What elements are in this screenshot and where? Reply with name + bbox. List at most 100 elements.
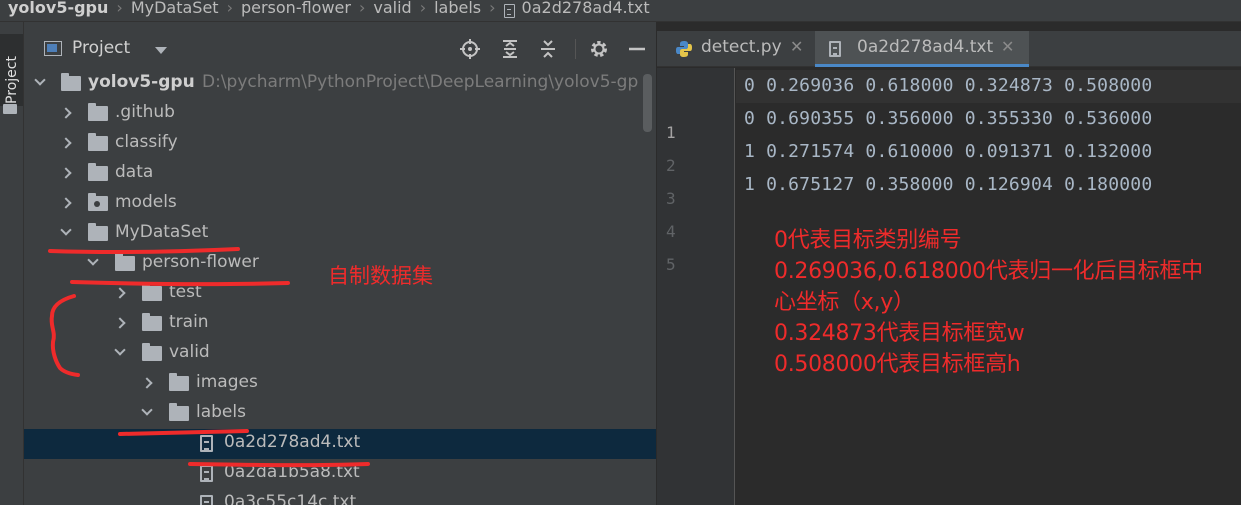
project-panel-title[interactable]: Project <box>72 38 130 58</box>
chevron-down-icon[interactable] <box>87 254 99 266</box>
folder-icon <box>142 283 162 301</box>
tree-item-label: yolov5-gpu <box>88 72 195 92</box>
project-panel-header: Project <box>24 33 656 65</box>
tree-item-data[interactable]: data <box>24 159 656 189</box>
tree-item-label: train <box>169 312 209 332</box>
collapse-all-icon[interactable] <box>538 39 558 59</box>
line-number: 2 <box>666 156 676 175</box>
chevron-down-icon[interactable] <box>60 224 72 236</box>
tree-item-train[interactable]: train <box>24 309 656 339</box>
folder-icon <box>142 343 162 361</box>
breadcrumb-item-project[interactable]: yolov5-gpu <box>8 0 108 19</box>
breadcrumb-item-labels[interactable]: labels <box>434 0 481 19</box>
editor: detect.py ✕ 0a2d278ad4.txt ✕ 1 2 3 4 5 0… <box>657 22 1241 505</box>
chevron-down-icon[interactable] <box>34 74 46 86</box>
tree-item-label: valid <box>169 342 210 362</box>
close-icon[interactable]: ✕ <box>1001 37 1014 56</box>
breadcrumb-separator: › <box>226 0 233 17</box>
text-file-icon <box>829 41 841 57</box>
chevron-right-icon[interactable] <box>141 377 153 389</box>
folder-icon <box>88 163 108 181</box>
project-tool-label: Project <box>4 56 20 104</box>
tree-item-yolov5-gpu[interactable]: yolov5-gpu D:\pycharm\PythonProject\Deep… <box>24 69 656 99</box>
chevron-right-icon[interactable] <box>60 167 72 179</box>
chevron-down-icon[interactable] <box>141 404 153 416</box>
chevron-right-icon[interactable] <box>60 137 72 149</box>
annotation-note: 0.508000代表目标框高h <box>774 352 1021 377</box>
project-view-icon <box>44 41 62 56</box>
tree-item-images[interactable]: images <box>24 369 656 399</box>
line-number: 5 <box>666 255 676 274</box>
tree-item-github[interactable]: .github <box>24 99 656 129</box>
tree-item-label: person-flower <box>142 252 259 272</box>
line-number: 1 <box>666 123 676 142</box>
tree-item-label: models <box>115 192 177 212</box>
chevron-right-icon[interactable] <box>114 287 126 299</box>
tree-item-classify[interactable]: classify <box>24 129 656 159</box>
breadcrumb-separator: › <box>358 0 366 17</box>
tree-item-labels[interactable]: labels <box>24 399 656 429</box>
tab-label: 0a2d278ad4.txt <box>857 37 994 57</box>
locate-icon[interactable] <box>460 39 480 59</box>
folder-icon <box>88 103 108 121</box>
folder-icon <box>88 223 108 241</box>
code-line[interactable]: 0 0.690355 0.356000 0.355330 0.536000 <box>744 108 1152 129</box>
tool-window-strip: Project <box>0 22 24 505</box>
annotation-note: 0.324873代表目标框宽w <box>774 321 1025 346</box>
breadcrumb: yolov5-gpu › MyDataSet › person-flower ›… <box>0 0 1241 22</box>
tree-item-label: test <box>169 282 202 302</box>
annotation-note: 0代表目标类别编号 <box>774 228 962 253</box>
breadcrumb-item-valid[interactable]: valid <box>373 0 411 19</box>
chevron-down-icon[interactable] <box>114 344 126 356</box>
tree-item-mydataset[interactable]: MyDataSet <box>24 219 656 249</box>
folder-icon[interactable] <box>3 104 17 114</box>
tree-scrollbar[interactable] <box>643 74 652 132</box>
folder-icon <box>61 73 81 91</box>
tree-item-label: 0a3c55c14c.txt <box>224 492 357 505</box>
folder-icon <box>169 403 189 421</box>
folder-icon <box>115 253 135 271</box>
breadcrumb-separator: › <box>419 0 427 17</box>
minimize-icon[interactable] <box>627 39 647 59</box>
tree-item-file-selected[interactable]: 0a2d278ad4.txt <box>24 429 656 459</box>
tab-label: detect.py <box>701 37 782 57</box>
tree-item-label: MyDataSet <box>115 222 209 242</box>
text-file-icon <box>200 495 213 505</box>
tab-text-file[interactable]: 0a2d278ad4.txt ✕ <box>815 31 1029 67</box>
chevron-right-icon[interactable] <box>60 107 72 119</box>
python-file-icon <box>676 41 692 57</box>
tree-item-label: data <box>115 162 154 182</box>
folder-icon <box>169 373 189 391</box>
editor-tab-bar: detect.py ✕ 0a2d278ad4.txt ✕ <box>657 31 1241 67</box>
tree-item-label: 0a2d278ad4.txt <box>224 432 361 452</box>
tab-detect-py[interactable]: detect.py ✕ <box>657 31 813 67</box>
code-line[interactable]: 1 0.675127 0.358000 0.126904 0.180000 <box>744 174 1152 195</box>
tree-item-label: classify <box>115 132 178 152</box>
chevron-right-icon[interactable] <box>60 197 72 209</box>
project-path: D:\pycharm\PythonProject\DeepLearning\yo… <box>202 72 639 92</box>
line-number: 4 <box>666 222 676 241</box>
chevron-right-icon[interactable] <box>114 317 126 329</box>
annotation-note: 0.269036,0.618000代表归一化后目标框中 <box>774 259 1203 284</box>
chevron-down-icon[interactable] <box>155 47 167 54</box>
close-icon[interactable]: ✕ <box>790 37 803 56</box>
code-line[interactable]: 1 0.271574 0.610000 0.091371 0.132000 <box>744 141 1152 162</box>
code-line[interactable]: 0 0.269036 0.618000 0.324873 0.508000 <box>744 75 1152 96</box>
tree-item-label: labels <box>196 402 246 422</box>
project-tool-tab[interactable]: Project <box>0 34 23 106</box>
folder-icon <box>142 313 162 331</box>
breadcrumb-separator: › <box>489 0 496 17</box>
breadcrumb-item-mydataset[interactable]: MyDataSet <box>131 0 219 19</box>
text-file-icon <box>200 465 213 482</box>
breadcrumb-item-person-flower[interactable]: person-flower <box>241 0 351 19</box>
tree-item-file[interactable]: 0a2da1b5a8.txt <box>24 459 656 489</box>
toolbar-divider <box>575 39 576 59</box>
breadcrumb-item-file[interactable]: 0a2d278ad4.txt <box>522 0 650 19</box>
line-number: 3 <box>666 189 676 208</box>
gear-icon[interactable] <box>589 39 609 59</box>
expand-all-icon[interactable] <box>500 39 520 59</box>
tree-item-valid[interactable]: valid <box>24 339 656 369</box>
text-file-icon <box>200 435 213 452</box>
tree-item-models[interactable]: models <box>24 189 656 219</box>
tree-item-file[interactable]: 0a3c55c14c.txt <box>24 489 656 505</box>
